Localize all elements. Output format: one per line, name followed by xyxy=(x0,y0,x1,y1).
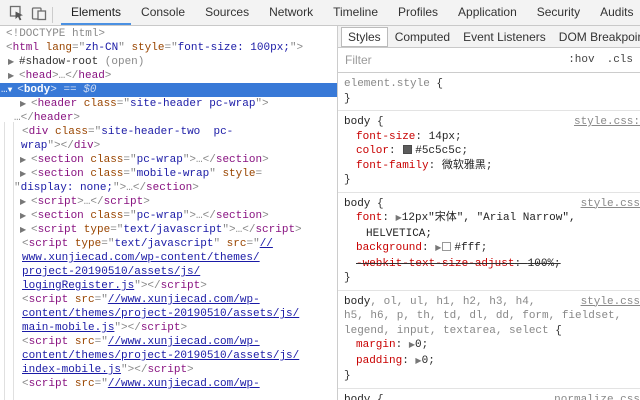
styles-sidebar: StylesComputedEvent ListenersDOM Breakpo… xyxy=(338,26,640,400)
style-line[interactable]: element.style { xyxy=(344,77,640,92)
resource-link[interactable]: //www.xunjiecad.com/wp- xyxy=(108,336,260,348)
style-line[interactable]: } xyxy=(344,92,640,107)
style-line[interactable]: legend, input, textarea, select { xyxy=(344,324,640,339)
tab-sources[interactable]: Sources xyxy=(195,0,259,25)
dom-node[interactable]: <script src="//www.xunjiecad.com/wp- xyxy=(0,293,337,307)
dom-tree: <!DOCTYPE html><html lang="zh-CN" style=… xyxy=(0,27,337,391)
dom-node[interactable]: main-mobile.js"></script> xyxy=(0,321,337,335)
sidebar-tab-bar: StylesComputedEvent ListenersDOM Breakpo… xyxy=(338,26,640,48)
resource-link[interactable]: // xyxy=(260,238,273,250)
tab-security[interactable]: Security xyxy=(527,0,590,25)
style-rule: style.cssbody, ol, ul, h1, h2, h3, h4,h5… xyxy=(338,291,640,389)
dom-node-selected[interactable]: …▼ <body> == $0 xyxy=(0,83,337,97)
style-rule: style.cssbody {font: ▶12px"宋体", "Arial N… xyxy=(338,193,640,291)
tab-application[interactable]: Application xyxy=(448,0,527,25)
style-line[interactable]: normalize.cssbody { xyxy=(344,393,640,400)
resource-link[interactable]: content/themes/project-20190510/assets/j… xyxy=(22,308,299,320)
dom-node[interactable]: ▶ <section class="pc-wrap">…</section> xyxy=(0,209,337,223)
dom-node[interactable]: <div class="site-header-two pc- xyxy=(0,125,337,139)
styles-filter-bar: Filter :hov .cls xyxy=(338,48,640,73)
dom-node[interactable]: index-mobile.js"></script> xyxy=(0,363,337,377)
dom-node[interactable]: www.xunjiecad.com/wp-content/themes/ xyxy=(0,251,337,265)
hov-toggle[interactable]: :hov xyxy=(568,54,594,66)
dom-node[interactable]: ▶ #shadow-root (open) xyxy=(0,55,337,69)
style-line[interactable]: } xyxy=(344,271,640,286)
toolbar-icons xyxy=(0,0,61,25)
resource-link[interactable]: main-mobile.js xyxy=(22,322,114,334)
stylesheet-link[interactable]: normalize.css xyxy=(554,393,640,400)
dom-node[interactable]: "display: none;">…</section> xyxy=(0,181,337,195)
dom-node[interactable]: ▶ <head>…</head> xyxy=(0,69,337,83)
stylesheet-link[interactable]: style.css: xyxy=(574,115,640,130)
main-toolbar: ElementsConsoleSourcesNetworkTimelinePro… xyxy=(0,0,640,26)
dom-node[interactable]: content/themes/project-20190510/assets/j… xyxy=(0,349,337,363)
dom-node[interactable]: ▶ <script>…</script> xyxy=(0,195,337,209)
inspect-icon[interactable] xyxy=(6,3,28,23)
tab-timeline[interactable]: Timeline xyxy=(323,0,388,25)
style-line[interactable]: margin: ▶0; xyxy=(344,338,640,354)
style-line[interactable]: style.css:body { xyxy=(344,115,640,130)
main-tabs: ElementsConsoleSourcesNetworkTimelinePro… xyxy=(61,0,640,25)
dom-node[interactable]: ▶ <script type="text/javascript">…</scri… xyxy=(0,223,337,237)
toolbar-divider xyxy=(52,7,53,23)
sidebar-tab-event-listeners[interactable]: Event Listeners xyxy=(457,28,552,46)
style-line[interactable]: font-size: 14px; xyxy=(344,130,640,145)
style-line[interactable]: h5, h6, p, th, td, dl, dd, form, fieldse… xyxy=(344,309,640,324)
style-line[interactable]: color: #5c5c5c; xyxy=(344,144,640,159)
color-swatch[interactable] xyxy=(403,145,412,154)
style-line[interactable]: style.cssbody, ol, ul, h1, h2, h3, h4, xyxy=(344,295,640,310)
dom-node[interactable]: <!DOCTYPE html> xyxy=(0,27,337,41)
tab-audits[interactable]: Audits xyxy=(590,0,640,25)
device-toolbar-icon[interactable] xyxy=(28,3,50,23)
style-line[interactable]: padding: ▶0; xyxy=(344,354,640,370)
stylesheet-link[interactable]: style.css xyxy=(581,197,640,212)
resource-link[interactable]: //www.xunjiecad.com/wp- xyxy=(108,294,260,306)
tab-console[interactable]: Console xyxy=(131,0,195,25)
style-rule: element.style {} xyxy=(338,73,640,111)
styles-panel: element.style {}style.css:body {font-siz… xyxy=(338,73,640,400)
dom-node[interactable]: ▶ <header class="site-header pc-wrap"> xyxy=(0,97,337,111)
dom-node[interactable]: wrap"></div> xyxy=(0,139,337,153)
style-line[interactable]: font: ▶12px"宋体", "Arial Narrow", xyxy=(344,211,640,227)
tab-profiles[interactable]: Profiles xyxy=(388,0,448,25)
styles-filter-input[interactable]: Filter xyxy=(345,53,372,67)
dom-node[interactable]: project-20190510/assets/js/ xyxy=(0,265,337,279)
resource-link[interactable]: content/themes/project-20190510/assets/j… xyxy=(22,350,299,362)
sidebar-tab-computed[interactable]: Computed xyxy=(389,28,456,46)
resource-link[interactable]: //www.xunjiecad.com/wp- xyxy=(108,378,260,390)
dom-node[interactable]: <script type="text/javascript" src="// xyxy=(0,237,337,251)
tab-elements[interactable]: Elements xyxy=(61,0,131,25)
panels-split: <!DOCTYPE html><html lang="zh-CN" style=… xyxy=(0,26,640,400)
resource-link[interactable]: logingRegister.js xyxy=(22,280,134,292)
resource-link[interactable]: project-20190510/assets/js/ xyxy=(22,266,200,278)
stylesheet-link[interactable]: style.css xyxy=(581,295,640,310)
pseudo-toggles: :hov .cls xyxy=(568,54,633,66)
dom-node[interactable]: <html lang="zh-CN" style="font-size: 100… xyxy=(0,41,337,55)
style-rule: normalize.cssbody {margin: ▶0; xyxy=(338,389,640,400)
style-line[interactable]: HELVETICA; xyxy=(344,227,640,242)
dom-node[interactable]: logingRegister.js"></script> xyxy=(0,279,337,293)
style-line[interactable]: } xyxy=(344,369,640,384)
dom-node[interactable]: <script src="//www.xunjiecad.com/wp- xyxy=(0,335,337,349)
background-swatch[interactable] xyxy=(442,242,451,251)
style-line[interactable]: font-family: 微软雅黑; xyxy=(344,159,640,174)
dom-node[interactable]: …</header> xyxy=(0,111,337,125)
sidebar-tab-styles[interactable]: Styles xyxy=(341,27,388,47)
resource-link[interactable]: www.xunjiecad.com/wp-content/themes/ xyxy=(22,252,260,264)
sidebar-tab-dom-breakpoints[interactable]: DOM Breakpoints xyxy=(553,28,640,46)
elements-panel: <!DOCTYPE html><html lang="zh-CN" style=… xyxy=(0,26,338,400)
style-line[interactable]: -webkit-text-size-adjust: 100%; xyxy=(344,257,640,272)
dom-node[interactable]: ▶ <section class="mobile-wrap" style= xyxy=(0,167,337,181)
style-line[interactable]: } xyxy=(344,173,640,188)
style-line[interactable]: style.cssbody { xyxy=(344,197,640,212)
dom-node[interactable]: <script src="//www.xunjiecad.com/wp- xyxy=(0,377,337,391)
cls-toggle[interactable]: .cls xyxy=(607,54,633,66)
dom-node[interactable]: content/themes/project-20190510/assets/j… xyxy=(0,307,337,321)
style-line[interactable]: background: ▶#fff; xyxy=(344,241,640,257)
tab-network[interactable]: Network xyxy=(259,0,323,25)
resource-link[interactable]: index-mobile.js xyxy=(22,364,121,376)
style-rule: style.css:body {font-size: 14px;color: #… xyxy=(338,111,640,193)
devtools-window: ElementsConsoleSourcesNetworkTimelinePro… xyxy=(0,0,640,400)
dom-node[interactable]: ▶ <section class="pc-wrap">…</section> xyxy=(0,153,337,167)
